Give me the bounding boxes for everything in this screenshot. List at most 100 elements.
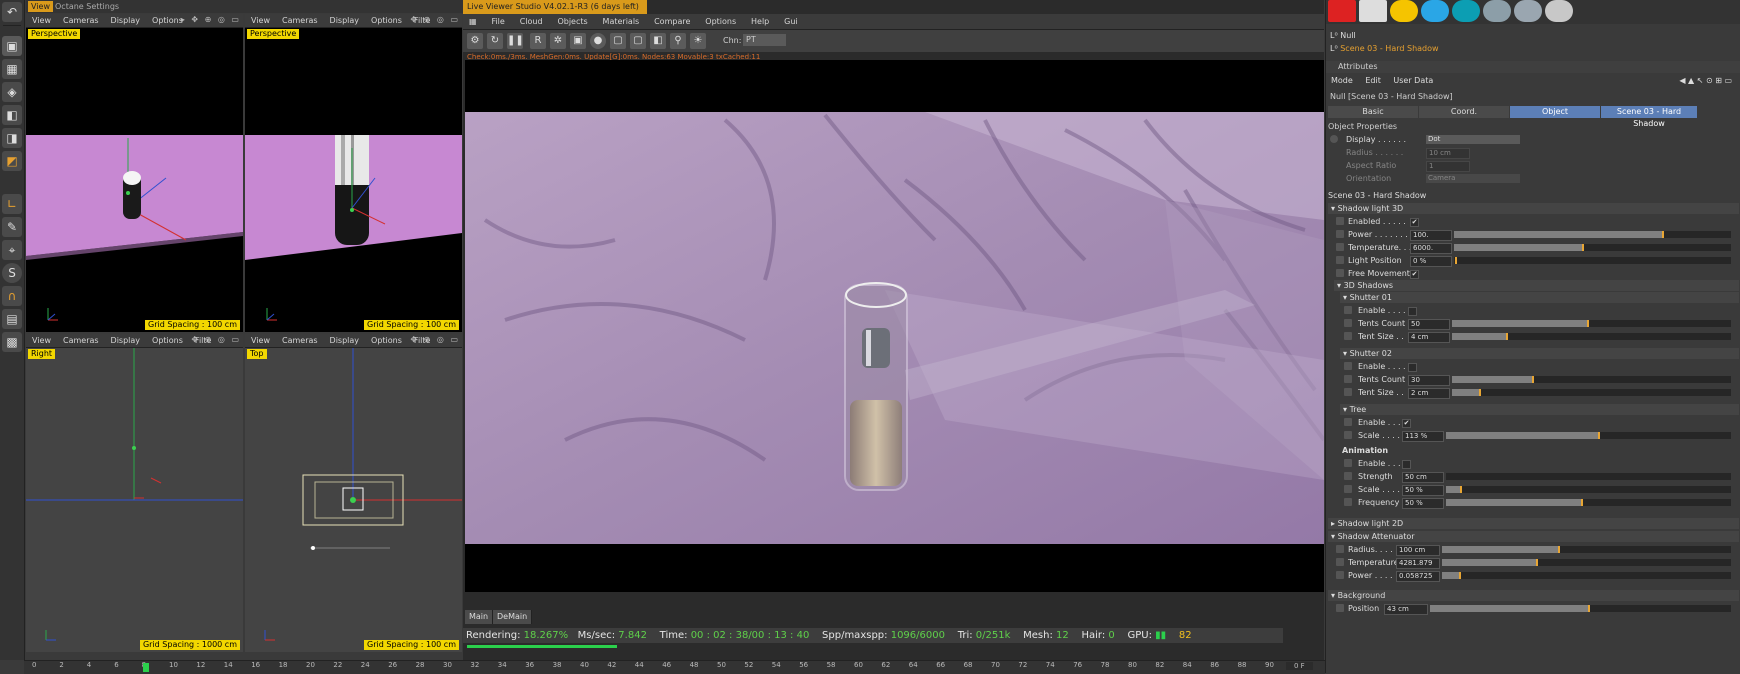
sky-icon[interactable] <box>1452 0 1480 22</box>
grid2-icon[interactable]: ▩ <box>2 332 22 352</box>
attr-nav-icons[interactable]: ◀ ▲ ↖ ⊙ ⊞ ▭ <box>1674 74 1737 87</box>
tab-object[interactable]: Object <box>1510 106 1600 118</box>
tab-octane-settings[interactable]: Octane Settings <box>52 1 122 12</box>
viewport-perspective-1[interactable]: View Cameras Display Options ▸ ✥ ⊕ ◎ ▭ Pers… <box>26 14 243 332</box>
viewport-canvas[interactable] <box>26 348 243 652</box>
menu-materials[interactable]: Materials <box>597 14 646 29</box>
menu-objects[interactable]: Objects <box>551 14 593 29</box>
lock-icon[interactable]: ▣ <box>570 33 586 49</box>
menu-options[interactable]: Options <box>365 14 408 27</box>
menu-options[interactable]: Options <box>365 334 408 347</box>
menu-display[interactable]: Display <box>105 334 147 347</box>
menu-cameras[interactable]: Cameras <box>57 334 105 347</box>
half-sphere-icon[interactable] <box>1421 0 1449 22</box>
grid-icon[interactable]: ◈ <box>2 82 22 102</box>
menu-compare[interactable]: Compare <box>648 14 696 29</box>
menu-edit[interactable]: Edit <box>1360 74 1386 87</box>
cube4-icon[interactable]: ◩ <box>2 151 22 171</box>
undo-icon[interactable]: ↶ <box>2 2 22 22</box>
menu-mode[interactable]: Mode <box>1326 74 1358 87</box>
menu-file[interactable]: File <box>485 14 510 29</box>
viewport-perspective-2[interactable]: View Cameras Display Options Filte ✥ ⊕ ◎ ▭ P… <box>245 14 462 332</box>
viewport-right[interactable]: View Cameras Display Options Filte ✥ ⊕ ◎ ▭ R… <box>26 334 243 652</box>
enabled-checkbox[interactable]: ✔ <box>1410 218 1419 227</box>
cube3-icon[interactable]: ◨ <box>2 128 22 148</box>
menu-view[interactable]: View <box>245 14 276 27</box>
cursor-icon[interactable]: ⌖ <box>2 240 22 260</box>
cube-icon[interactable]: ▣ <box>2 36 22 56</box>
section-background[interactable]: ▾ Background <box>1328 590 1739 601</box>
tab-coord[interactable]: Coord. <box>1419 106 1509 118</box>
menu-view[interactable]: View <box>245 334 276 347</box>
compare-icon[interactable]: ◧ <box>650 33 666 49</box>
menu-icon[interactable]: ▦ <box>463 14 483 29</box>
tentsize-slider[interactable] <box>1452 333 1731 340</box>
area-light-icon[interactable] <box>1359 0 1387 22</box>
viewport-canvas[interactable] <box>26 28 243 332</box>
display-dropdown[interactable]: Dot <box>1426 135 1520 144</box>
frame-field[interactable]: 0 F <box>1286 662 1313 670</box>
menu-view[interactable]: View <box>26 334 57 347</box>
magnet-icon[interactable]: ∩ <box>2 286 22 306</box>
live-viewer-title[interactable]: Live Viewer Studio V4.02.1-R3 (6 days le… <box>463 0 647 14</box>
object-row-scene[interactable]: L⁰ Scene 03 - Hard Shadow <box>1330 44 1439 53</box>
menu-view[interactable]: View <box>26 14 57 27</box>
brush-icon[interactable]: ✎ <box>2 217 22 237</box>
light-position-slider[interactable] <box>1454 257 1731 264</box>
section-shadow-light-2d[interactable]: ▸ Shadow light 2D <box>1328 518 1739 529</box>
tab-scene[interactable]: Scene 03 - Hard Shadow <box>1601 106 1697 128</box>
l-icon[interactable]: ∟ <box>2 194 22 214</box>
refresh-icon[interactable]: ↻ <box>487 33 503 49</box>
menu-cameras[interactable]: Cameras <box>57 14 105 27</box>
section-shutter-02[interactable]: ▾ Shutter 02 <box>1340 348 1739 359</box>
viewport-canvas[interactable] <box>245 28 462 332</box>
menu-help[interactable]: Help <box>745 14 775 29</box>
region2-icon[interactable]: ▢ <box>630 33 646 49</box>
section-shutter-01[interactable]: ▾ Shutter 01 <box>1340 292 1739 303</box>
sphere-icon[interactable]: ● <box>590 33 606 49</box>
sphere-icon[interactable] <box>1483 0 1511 22</box>
section-3d-shadows[interactable]: ▾ 3D Shadows <box>1334 280 1739 291</box>
power-slider[interactable] <box>1454 231 1731 238</box>
menu-display[interactable]: Display <box>105 14 147 27</box>
menu-options[interactable]: Options <box>146 334 189 347</box>
checker-sphere-icon[interactable] <box>1545 0 1573 22</box>
sun-icon[interactable] <box>1390 0 1418 22</box>
menu-cameras[interactable]: Cameras <box>276 334 324 347</box>
temperature-slider[interactable] <box>1454 244 1731 251</box>
tab-view[interactable]: View <box>28 1 53 12</box>
viewport-top[interactable]: View Cameras Display Options Filte ✥ ⊕ ◎ ▭ T… <box>245 334 462 652</box>
viewport-canvas[interactable] <box>245 348 462 652</box>
gear-icon[interactable]: ✲ <box>550 33 566 49</box>
section-shadow-light-3d[interactable]: ▾ Shadow light 3D <box>1328 203 1739 214</box>
viewport-nav-icons[interactable]: ✥ ⊕ ◎ ▭ <box>191 335 241 344</box>
pause-icon[interactable]: ❚❚ <box>507 33 524 49</box>
viewport-nav-icons[interactable]: ▸ ✥ ⊕ ◎ ▭ <box>181 15 241 24</box>
chn-select[interactable]: PT <box>743 34 786 46</box>
tents-slider[interactable] <box>1452 320 1731 327</box>
render-image[interactable] <box>465 60 1324 592</box>
menu-display[interactable]: Display <box>324 334 366 347</box>
checker-icon[interactable]: ▦ <box>2 59 22 79</box>
playhead[interactable] <box>143 663 149 672</box>
region-icon[interactable]: ▢ <box>610 33 626 49</box>
s-icon[interactable]: S <box>2 263 22 283</box>
section-shadow-attenuator[interactable]: ▾ Shadow Attenuator <box>1328 531 1739 542</box>
sphere2-icon[interactable] <box>1514 0 1542 22</box>
tab-demain[interactable]: DeMain <box>493 610 533 624</box>
cube2-icon[interactable]: ◧ <box>2 105 22 125</box>
menu-cloud[interactable]: Cloud <box>514 14 549 29</box>
pin-icon[interactable]: ⚲ <box>670 33 686 49</box>
viewport-nav-icons[interactable]: ✥ ⊕ ◎ ▭ <box>410 15 460 24</box>
menu-gui[interactable]: Gui <box>778 14 804 29</box>
section-tree[interactable]: ▾ Tree <box>1340 404 1739 415</box>
menu-cameras[interactable]: Cameras <box>276 14 324 27</box>
settings-icon[interactable]: ⚙ <box>467 33 483 49</box>
tab-main[interactable]: Main <box>465 610 494 624</box>
tab-basic[interactable]: Basic <box>1328 106 1418 118</box>
menu-user-data[interactable]: User Data <box>1388 74 1438 87</box>
timeline[interactable]: 0246810121416182022242628303234363840424… <box>24 660 1325 674</box>
object-row-null[interactable]: L⁰ Null <box>1330 31 1356 40</box>
bulb-icon[interactable]: ☀ <box>690 33 706 49</box>
menu-display[interactable]: Display <box>324 14 366 27</box>
